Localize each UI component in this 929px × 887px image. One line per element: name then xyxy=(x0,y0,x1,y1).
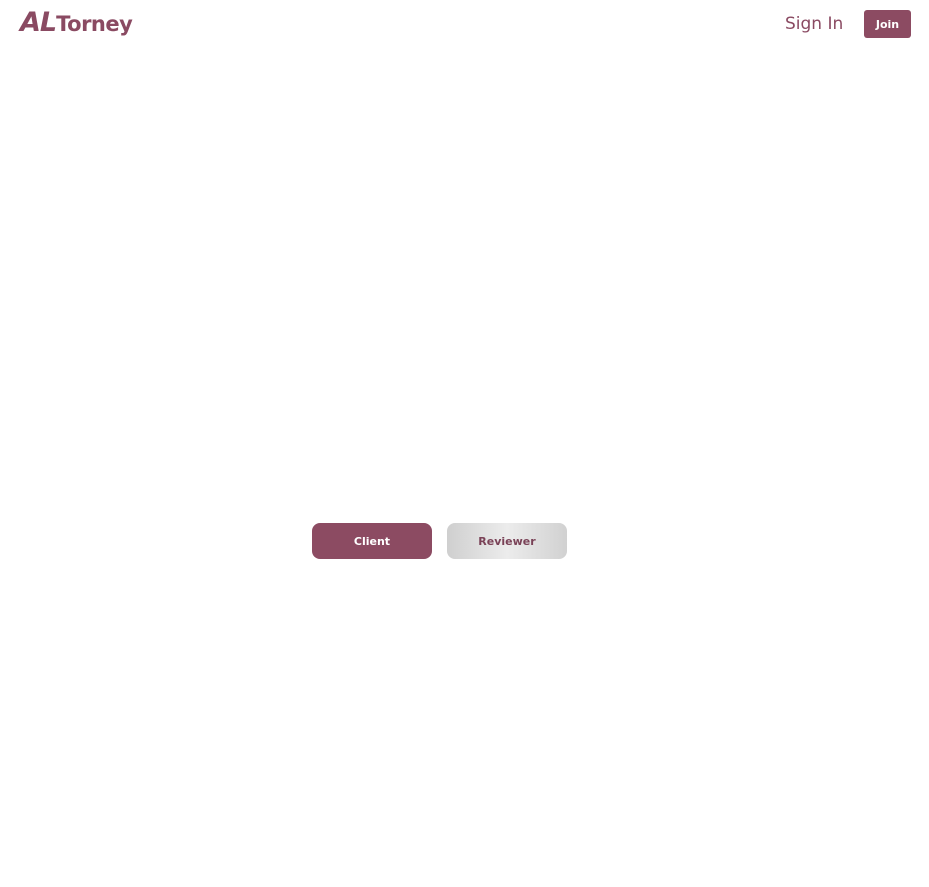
page: AL Torney Sign In Join Client Reviewer xyxy=(0,0,929,887)
role-selector: Client Reviewer xyxy=(312,523,567,559)
altorney-logo[interactable]: AL Torney xyxy=(20,7,133,39)
logo-text-torney: Torney xyxy=(56,12,133,36)
logo-text-al: AL xyxy=(20,7,57,38)
header: AL Torney Sign In Join xyxy=(0,0,929,48)
client-role-button[interactable]: Client xyxy=(312,523,432,559)
reviewer-role-button[interactable]: Reviewer xyxy=(447,523,567,559)
join-button[interactable]: Join xyxy=(864,10,911,38)
sign-in-link[interactable]: Sign In xyxy=(785,12,843,36)
